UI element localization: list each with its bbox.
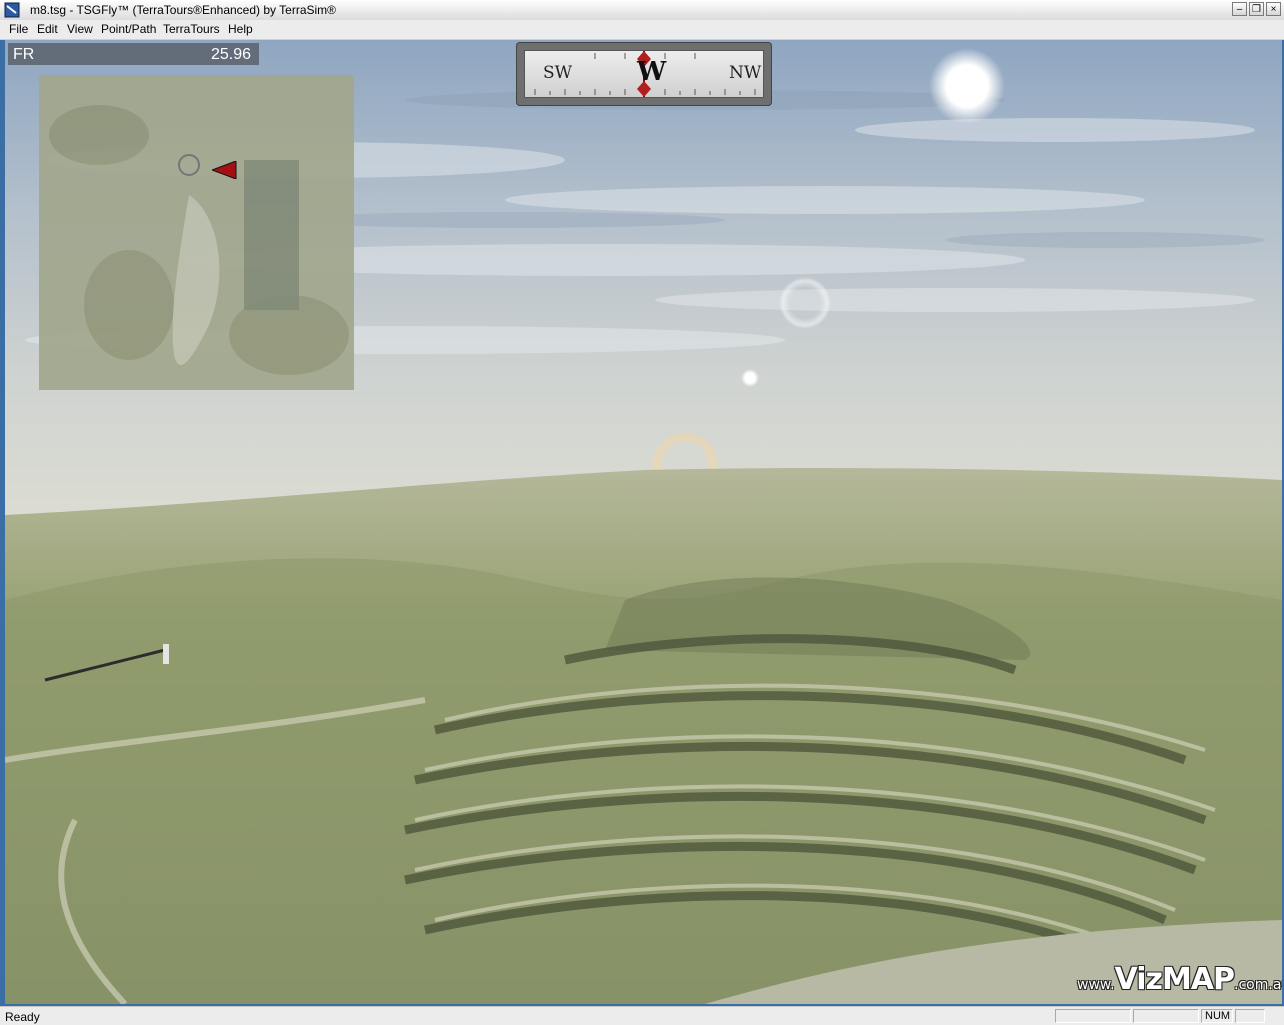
watermark-suffix: .com.au xyxy=(1234,977,1282,993)
menu-edit[interactable]: Edit xyxy=(37,22,58,36)
framerate-label: FR xyxy=(13,46,35,63)
status-pane xyxy=(1055,1009,1131,1023)
watermark-prefix: www. xyxy=(1077,977,1115,993)
menu-terratours[interactable]: TerraTours xyxy=(163,22,220,36)
window-title: m8.tsg - TSGFly™ (TerraTours®Enhanced) b… xyxy=(30,3,336,17)
close-icon: × xyxy=(1270,4,1277,15)
watermark-brand: VizMAP xyxy=(1114,962,1235,997)
compass-current-heading: W xyxy=(637,57,667,87)
menu-help[interactable]: Help xyxy=(228,22,253,36)
menu-point-path[interactable]: Point/Path xyxy=(101,22,156,36)
framerate-panel: FR 25.96 xyxy=(8,43,259,65)
compass-left-heading: SW xyxy=(543,63,573,83)
menu-file[interactable]: File xyxy=(9,22,28,36)
compass-scale: SW W NW xyxy=(524,50,764,98)
close-button[interactable]: × xyxy=(1266,2,1281,16)
restore-button[interactable]: ❐ xyxy=(1249,2,1264,16)
menu-bar: File Edit View Point/Path TerraTours Hel… xyxy=(0,20,1284,40)
framerate-value: 25.96 xyxy=(210,46,251,63)
app-icon[interactable] xyxy=(4,2,20,18)
3d-viewport[interactable]: FR 25.96 SW W NW www.VizMAP.com.a xyxy=(5,40,1282,1004)
menu-view[interactable]: View xyxy=(67,22,93,36)
restore-icon: ❐ xyxy=(1252,4,1261,15)
minimize-icon: – xyxy=(1236,4,1243,15)
status-bar: Ready NUM xyxy=(0,1006,1284,1025)
status-pane xyxy=(1235,1009,1265,1023)
title-bar: m8.tsg - TSGFly™ (TerraTours®Enhanced) b… xyxy=(0,0,1284,21)
overview-map-image xyxy=(39,75,354,390)
status-pane xyxy=(1133,1009,1199,1023)
status-text: Ready xyxy=(5,1010,40,1024)
overview-map[interactable] xyxy=(39,75,354,390)
watermark: www.VizMAP.com.au xyxy=(1077,962,1282,997)
compass: SW W NW xyxy=(516,42,772,106)
position-marker-icon xyxy=(212,161,237,179)
num-lock-indicator: NUM xyxy=(1201,1009,1233,1023)
minimize-button[interactable]: – xyxy=(1232,2,1247,16)
compass-right-heading: NW xyxy=(729,63,762,83)
